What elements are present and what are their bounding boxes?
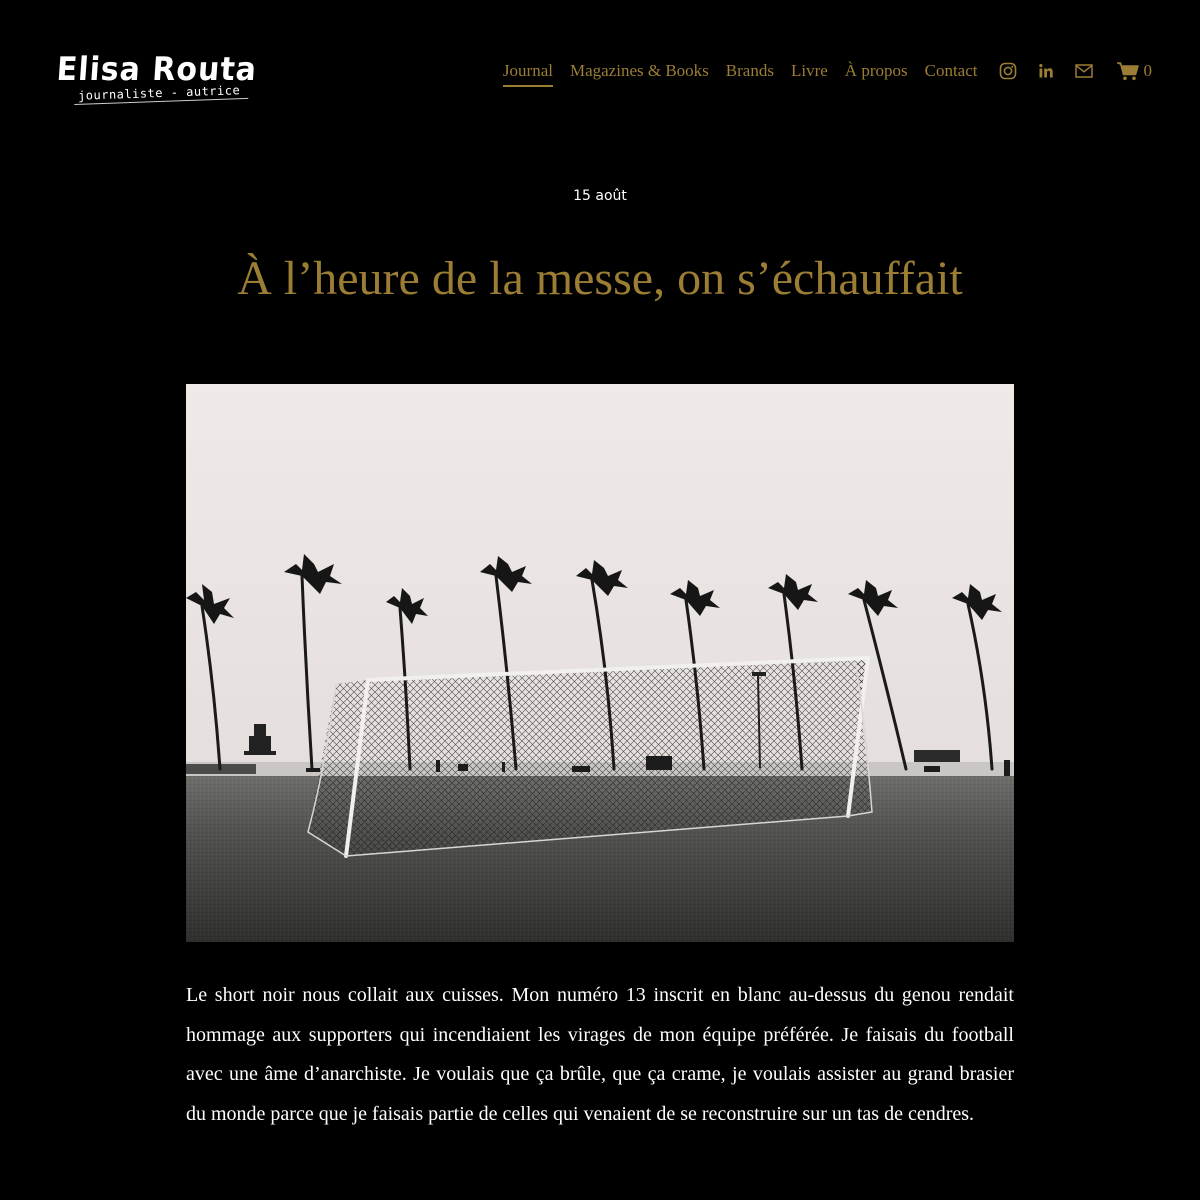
nav-item-livre[interactable]: Livre: [791, 58, 828, 84]
main-nav: Journal Magazines & Books Brands Livre À…: [502, 58, 1153, 87]
post-date: 15 août: [573, 188, 627, 204]
nav-item-a-propos[interactable]: À propos: [845, 58, 908, 84]
post-body: Le short noir nous collait aux cuisses. …: [186, 984, 1014, 1125]
email-icon[interactable]: [1074, 61, 1094, 81]
site-logo[interactable]: Elisa Routa journaliste - autrice: [55, 51, 258, 104]
post-image: [186, 384, 1014, 942]
site-header: Elisa Routa journaliste - autrice Journa…: [0, 0, 1200, 140]
nav-item-brands[interactable]: Brands: [726, 58, 774, 84]
nav-item-contact[interactable]: Contact: [925, 58, 978, 84]
cart-icon: [1116, 61, 1140, 81]
instagram-icon[interactable]: [998, 61, 1018, 81]
cart-button[interactable]: 0: [1116, 58, 1153, 84]
linkedin-icon[interactable]: [1036, 61, 1056, 81]
post-title: À l’heure de la messe, on s’échauffait: [237, 252, 963, 305]
cart-count: 0: [1143, 61, 1153, 80]
nav-item-magazines-books[interactable]: Magazines & Books: [570, 58, 709, 84]
nav-item-journal[interactable]: Journal: [502, 58, 554, 87]
